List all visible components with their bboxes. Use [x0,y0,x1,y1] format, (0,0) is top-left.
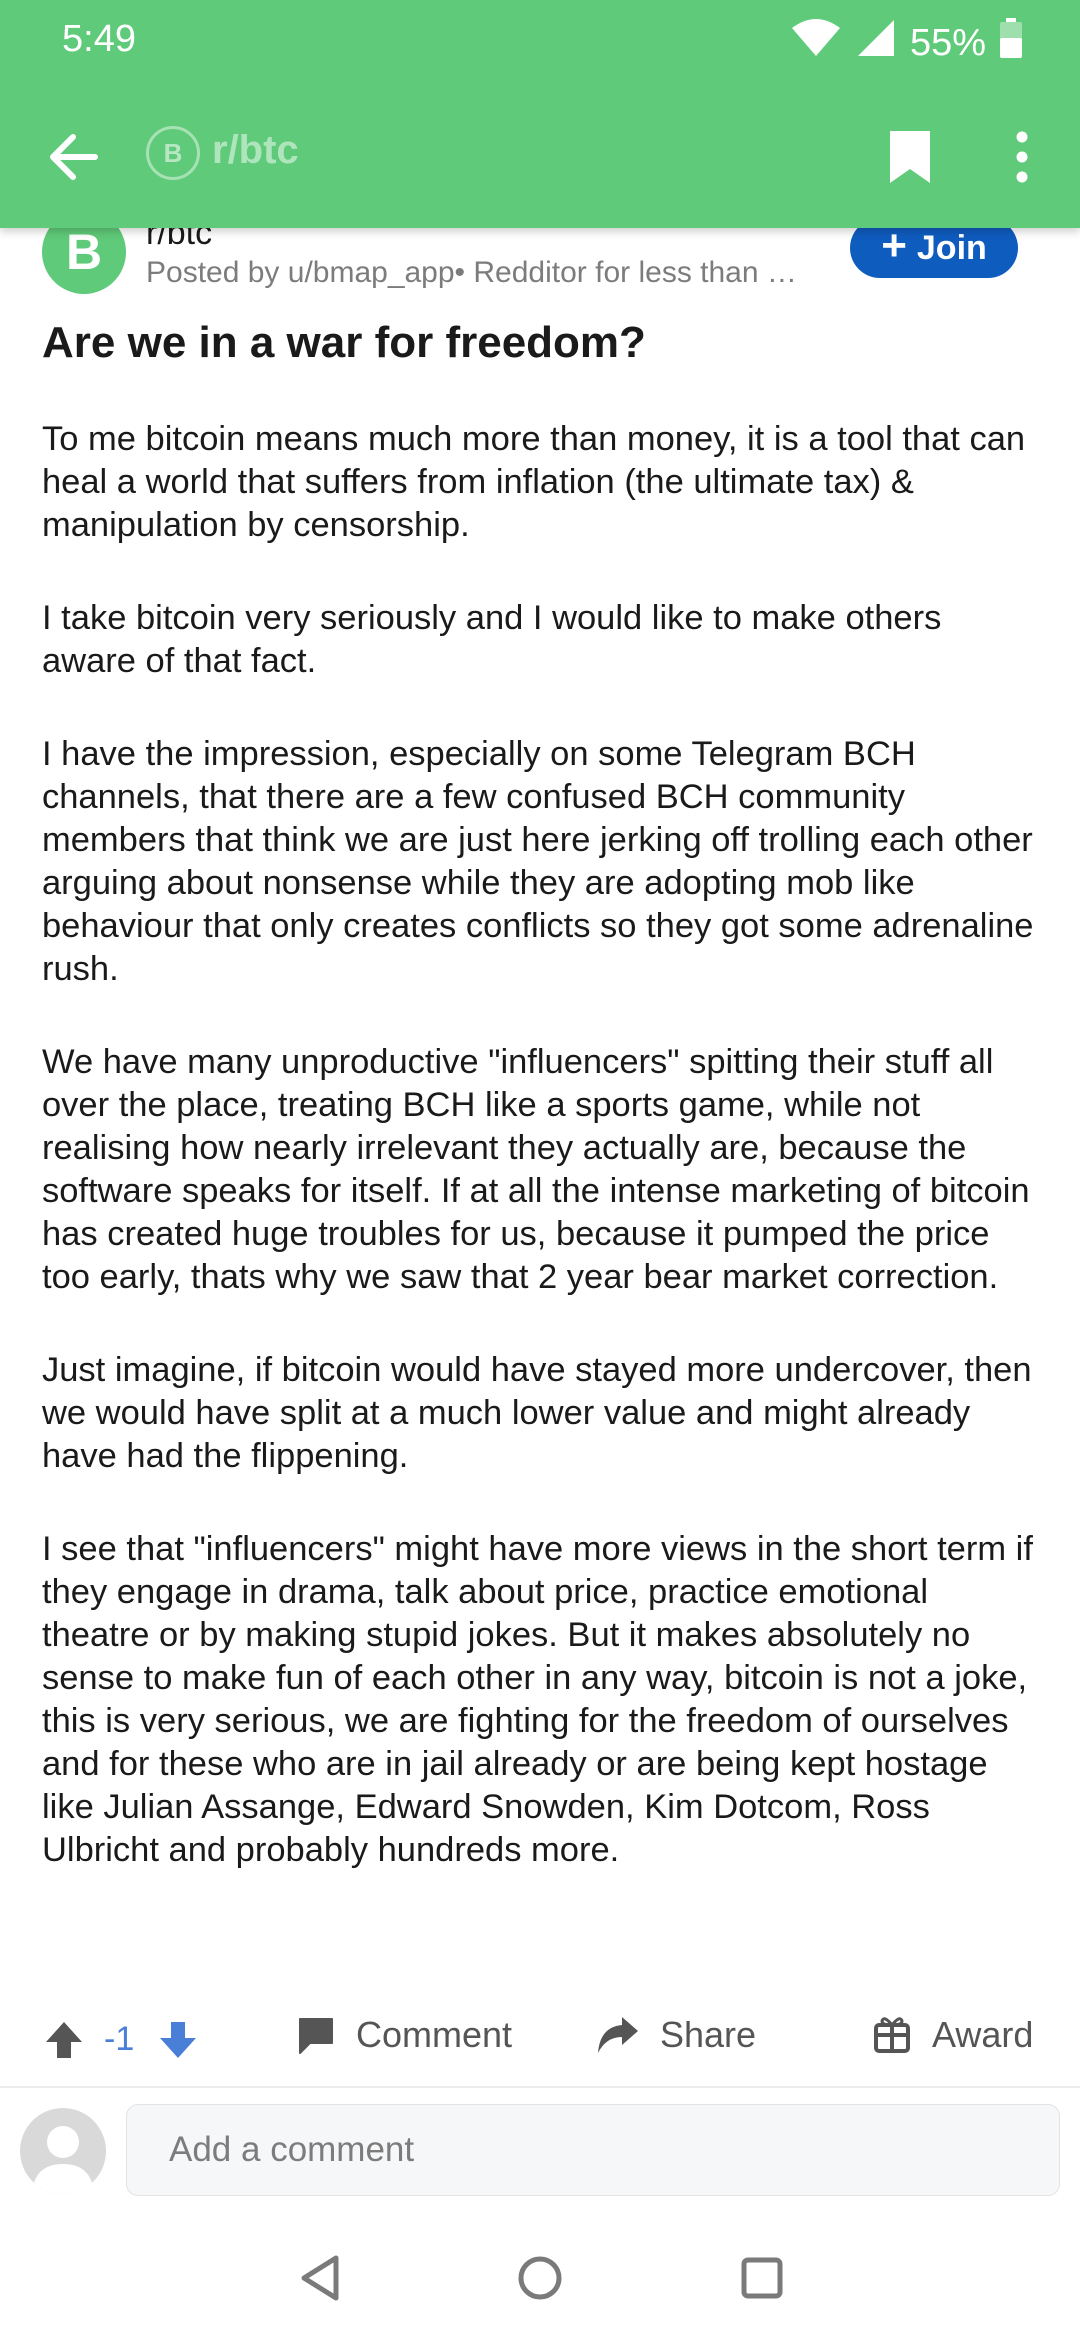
status-icons: 55% [790,18,1022,68]
post-paragraph: I have the impression, especially on som… [42,735,1034,988]
more-options-button[interactable] [1000,124,1044,190]
post-meta: Posted by u/bmap_app• Redditor for less … [146,256,797,289]
upvote-arrow-icon [46,2022,82,2058]
user-avatar[interactable] [20,2108,106,2194]
back-button[interactable] [38,122,108,192]
post-paragraph: We have many unproductive "influencers" … [42,1043,1030,1296]
post-body: To me bitcoin means much more than money… [42,418,1042,1922]
post-action-bar: -1 Comment Share Award [0,2004,1080,2084]
post-paragraph: To me bitcoin means much more than money… [42,420,1026,544]
signal-icon [856,18,896,68]
post-paragraph: I see that "influencers" might have more… [42,1530,1033,1869]
bookmark-icon [890,131,930,183]
bookmark-button[interactable] [880,124,940,190]
system-nav-bar [0,2220,1080,2340]
nav-home-button[interactable] [510,2248,570,2308]
share-label: Share [660,2014,757,2055]
post-paragraph: I take bitcoin very seriously and I woul… [42,599,942,680]
top-header: 5:49 55% B r/btc [0,0,1080,228]
add-comment-input[interactable]: Add a comment [126,2104,1060,2196]
comment-button[interactable]: Comment [296,2014,512,2056]
nav-recents-button[interactable] [732,2248,792,2308]
divider [0,2086,1080,2088]
upvote-button[interactable] [42,2018,86,2062]
comment-placeholder: Add a comment [169,2130,415,2169]
post-title: Are we in a war for freedom? [42,318,646,367]
plus-icon: + [881,221,907,270]
gift-icon [874,2017,910,2053]
app-bar: B r/btc [0,100,1080,210]
comment-label: Comment [356,2014,513,2055]
status-bar: 5:49 55% [0,0,1080,80]
subreddit-icon-small: B [146,126,200,180]
award-button[interactable]: Award [872,2014,1033,2056]
app-bar-title[interactable]: r/btc [212,128,299,173]
circle-home-icon [518,2256,562,2300]
more-vertical-icon [1016,131,1028,183]
battery-icon [1000,18,1022,68]
award-label: Award [932,2014,1034,2055]
downvote-arrow-icon [160,2022,196,2058]
downvote-button[interactable] [156,2018,200,2062]
post-paragraph: Just imagine, if bitcoin would have stay… [42,1351,1032,1475]
battery-text: 55% [909,21,986,64]
share-button[interactable]: Share [596,2014,756,2056]
square-recents-icon [741,2257,783,2299]
nav-back-button[interactable] [290,2248,350,2308]
join-label: Join [916,228,987,267]
user-silhouette-icon [32,2126,94,2194]
arrow-left-icon [50,134,98,180]
status-time: 5:49 [62,18,136,60]
share-icon [598,2017,638,2053]
triangle-back-icon [301,2255,339,2301]
comment-icon [299,2018,333,2054]
wifi-icon [790,18,842,68]
vote-score: -1 [104,2020,135,2058]
